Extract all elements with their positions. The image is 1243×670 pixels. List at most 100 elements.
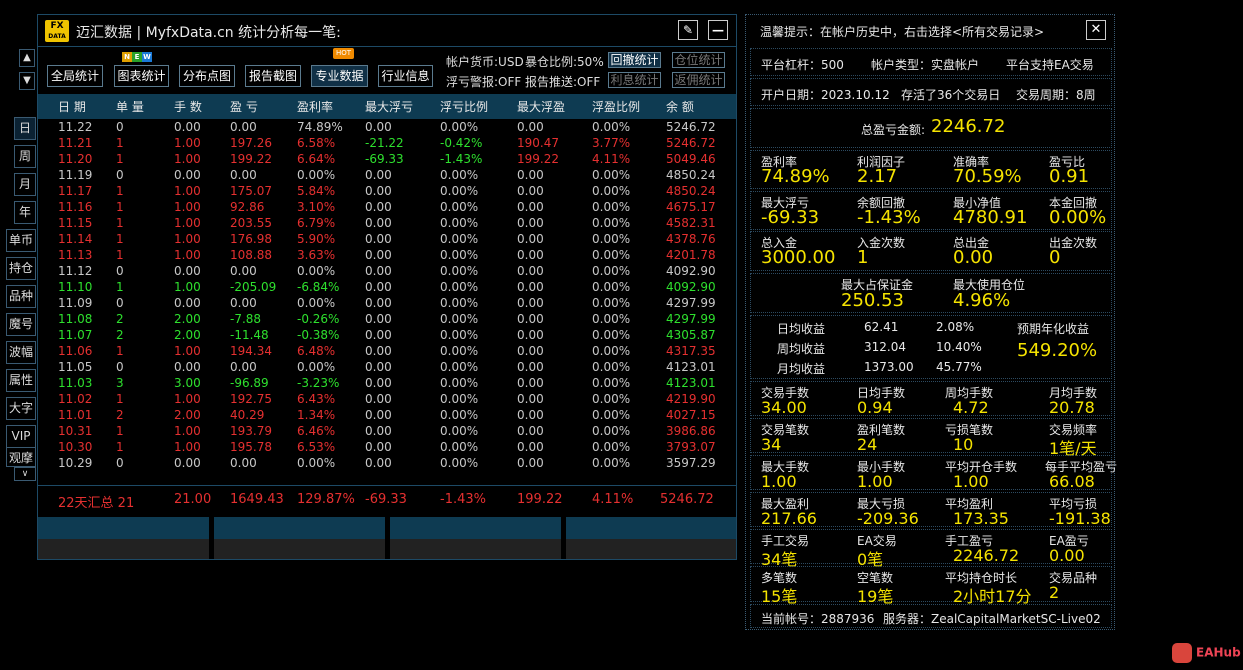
table-row[interactable]: 10.30 1 1.00 195.78 6.53% 0.00 0.00% 0.00 0.00% 3… xyxy=(38,439,736,455)
statistics-window: FX DATA 迈汇数据 | MyfxData.cn 统计分析每一笔: ✎ — 全… xyxy=(37,14,737,560)
table-row[interactable]: 11.22 0 0.00 0.00 74.89% 0.00 0.00% 0.00 0.00% 52… xyxy=(38,119,736,135)
table-cell: -21.22 xyxy=(365,136,404,150)
table-cell: 0.00% xyxy=(592,312,631,326)
industry-info-button[interactable]: 行业信息 xyxy=(378,65,433,87)
table-cell: 0.00 xyxy=(365,360,392,374)
table-cell: 1.00 xyxy=(174,440,201,454)
col-header-0[interactable]: 日 期 xyxy=(58,98,86,115)
bottom-tab-4[interactable] xyxy=(566,517,736,539)
scroll-down-button[interactable]: ▼ xyxy=(19,72,35,90)
nav-item-7[interactable]: 魔号 xyxy=(6,313,36,336)
col-header-8[interactable]: 浮盈比例 xyxy=(592,98,640,115)
col-header-5[interactable]: 最大浮亏 xyxy=(365,98,413,115)
table-cell: 0.00 xyxy=(517,248,544,262)
table-row[interactable]: 11.14 1 1.00 176.98 5.90% 0.00 0.00% 0.00 0.00% 4… xyxy=(38,231,736,247)
edit-icon[interactable]: ✎ xyxy=(678,20,698,40)
table-cell: 0.00% xyxy=(592,376,631,390)
nav-item-0[interactable]: 日 xyxy=(14,117,36,140)
table-cell: 0 xyxy=(116,168,124,182)
col-header-9[interactable]: 余 额 xyxy=(666,98,694,115)
col-header-2[interactable]: 手 数 xyxy=(174,98,202,115)
nav-item-1[interactable]: 周 xyxy=(14,145,36,168)
table-row[interactable]: 11.17 1 1.00 175.07 5.84% 0.00 0.00% 0.00 0.00% 4… xyxy=(38,183,736,199)
bottom-tab-2[interactable] xyxy=(214,517,385,539)
table-cell: 0.00 xyxy=(365,216,392,230)
eahub-logo-icon xyxy=(1172,643,1192,663)
rebate-stats-button[interactable]: 返佣统计 xyxy=(672,72,725,88)
nav-item-4[interactable]: 单币 xyxy=(6,229,36,252)
table-cell: 0.00 xyxy=(517,408,544,422)
distribution-chart-button[interactable]: 分布点图 xyxy=(179,65,235,87)
nav-item-8[interactable]: 波幅 xyxy=(6,341,36,364)
table-row[interactable]: 11.06 1 1.00 194.34 6.48% 0.00 0.00% 0.00 0.00% 4… xyxy=(38,343,736,359)
table-cell: 4850.24 xyxy=(666,184,716,198)
table-cell: 0.00 xyxy=(517,456,544,470)
table-row[interactable]: 11.21 1 1.00 197.26 6.58% -21.22 -0.42% 190.47 3… xyxy=(38,135,736,151)
report-screenshot-button[interactable]: 报告截图 xyxy=(245,65,301,87)
close-button[interactable]: ✕ xyxy=(1086,20,1106,40)
table-cell: 11.09 xyxy=(58,296,93,310)
bottom-tab-1[interactable] xyxy=(38,517,209,539)
table-row[interactable]: 11.20 1 1.00 199.22 6.64% -69.33 -1.43% 199.22 4… xyxy=(38,151,736,167)
table-row[interactable]: 11.05 0 0.00 0.00 0.00% 0.00 0.00% 0.00 0.00% 412… xyxy=(38,359,736,375)
stats2-row: 多笔数 15笔 空笔数 19笔 平均持仓时长 2小时17分 交易品种 2 xyxy=(750,566,1112,606)
nav-item-6[interactable]: 品种 xyxy=(6,285,36,308)
nav-item-11[interactable]: VIP xyxy=(6,425,36,448)
table-row[interactable]: 11.15 1 1.00 203.55 6.79% 0.00 0.00% 0.00 0.00% 4… xyxy=(38,215,736,231)
table-row[interactable]: 11.09 0 0.00 0.00 0.00% 0.00 0.00% 0.00 0.00% 429… xyxy=(38,295,736,311)
table-row[interactable]: 11.19 0 0.00 0.00 0.00% 0.00 0.00% 0.00 0.00% 485… xyxy=(38,167,736,183)
interest-stats-button[interactable]: 利息统计 xyxy=(608,72,661,88)
table-row[interactable]: 11.01 2 2.00 40.29 1.34% 0.00 0.00% 0.00 0.00% 40… xyxy=(38,407,736,423)
stat-value: 2246.72 xyxy=(953,546,1020,565)
table-cell: 11.22 xyxy=(58,120,93,134)
position-stats-button[interactable]: 仓位统计 xyxy=(672,52,725,68)
table-cell: -11.48 xyxy=(230,328,269,342)
table-row[interactable]: 11.10 1 1.00 -205.09 -6.84% 0.00 0.00% 0.00 0.00… xyxy=(38,279,736,295)
table-cell: 0.00 xyxy=(517,344,544,358)
table-row[interactable]: 11.12 0 0.00 0.00 0.00% 0.00 0.00% 0.00 0.00% 409… xyxy=(38,263,736,279)
table-cell: 4378.76 xyxy=(666,232,716,246)
table-cell: 11.06 xyxy=(58,344,93,358)
table-cell: 0 xyxy=(116,120,124,134)
avg-percent: 2.08% xyxy=(936,320,975,334)
report-push[interactable]: 报告推送:OFF xyxy=(525,73,600,90)
table-cell: 0.00% xyxy=(297,296,336,310)
col-header-3[interactable]: 盈 亏 xyxy=(230,98,258,115)
table-cell: 0.00 xyxy=(517,120,544,134)
global-stats-button[interactable]: 全局统计 xyxy=(47,65,103,87)
table-cell: 11.10 xyxy=(58,280,93,294)
col-header-1[interactable]: 单 量 xyxy=(116,98,144,115)
nav-item-10[interactable]: 大字 xyxy=(6,397,36,420)
table-row[interactable]: 10.29 0 0.00 0.00 0.00% 0.00 0.00% 0.00 0.00% 359… xyxy=(38,455,736,471)
chart-stats-button[interactable]: 图表统计 xyxy=(114,65,169,87)
nav-item-3[interactable]: 年 xyxy=(14,201,36,224)
table-cell: 0.00% xyxy=(440,424,479,438)
avg-value: 1373.00 xyxy=(864,360,914,374)
nav-item-2[interactable]: 月 xyxy=(14,173,36,196)
col-header-6[interactable]: 浮亏比例 xyxy=(440,98,488,115)
table-row[interactable]: 11.03 3 3.00 -96.89 -3.23% 0.00 0.00% 0.00 0.00%… xyxy=(38,375,736,391)
scroll-up-button[interactable]: ▲ xyxy=(19,49,35,67)
bottom-tab-3[interactable] xyxy=(390,517,561,539)
table-row[interactable]: 11.02 1 1.00 192.75 6.43% 0.00 0.00% 0.00 0.00% 4… xyxy=(38,391,736,407)
table-cell: 6.58% xyxy=(297,136,336,150)
table-cell: 11.14 xyxy=(58,232,93,246)
stat-value: 217.66 xyxy=(761,509,817,528)
nav-collapse-button[interactable]: ∨ xyxy=(14,467,36,481)
minimize-button[interactable]: — xyxy=(708,20,728,40)
table-row[interactable]: 10.31 1 1.00 193.79 6.46% 0.00 0.00% 0.00 0.00% 3… xyxy=(38,423,736,439)
nav-item-12[interactable]: 观摩 xyxy=(6,447,36,467)
table-cell: 6.53% xyxy=(297,440,336,454)
margin-section: 最大占保证金 250.53 最大使用仓位 4.96% xyxy=(750,273,1112,313)
table-row[interactable]: 11.07 2 2.00 -11.48 -0.38% 0.00 0.00% 0.00 0.00%… xyxy=(38,327,736,343)
nav-item-9[interactable]: 属性 xyxy=(6,369,36,392)
drawdown-stats-button[interactable]: 回撤统计 xyxy=(608,52,661,68)
nav-item-5[interactable]: 持仓 xyxy=(6,257,36,280)
col-header-7[interactable]: 最大浮盈 xyxy=(517,98,565,115)
table-row[interactable]: 11.16 1 1.00 92.86 3.10% 0.00 0.00% 0.00 0.00% 46… xyxy=(38,199,736,215)
col-header-4[interactable]: 盈利率 xyxy=(297,98,333,115)
float-loss-alert[interactable]: 浮亏警报:OFF xyxy=(446,73,521,90)
table-row[interactable]: 11.13 1 1.00 108.88 3.63% 0.00 0.00% 0.00 0.00% 4… xyxy=(38,247,736,263)
table-row[interactable]: 11.08 2 2.00 -7.88 -0.26% 0.00 0.00% 0.00 0.00% 4… xyxy=(38,311,736,327)
pro-data-button[interactable]: 专业数据 xyxy=(311,65,368,87)
